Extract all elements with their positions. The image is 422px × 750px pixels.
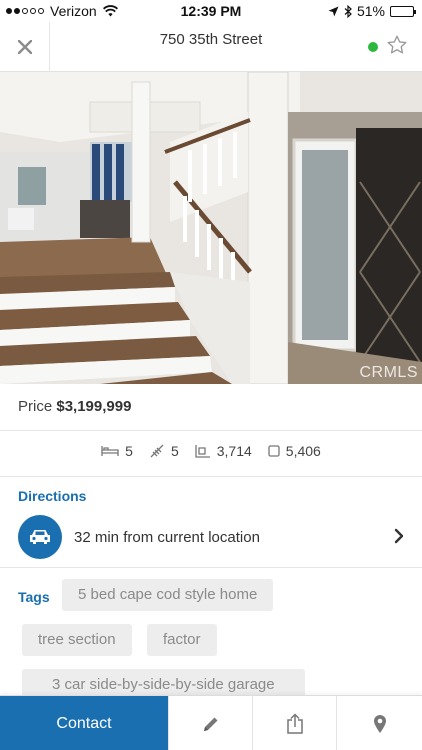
battery-icon <box>390 5 416 17</box>
property-stats: 5 5 3,714 5,406 <box>0 443 422 459</box>
price-value: $3,199,999 <box>56 398 132 415</box>
bluetooth-icon <box>344 4 352 18</box>
stat-baths-value: 5 <box>170 443 179 459</box>
chevron-right-icon <box>394 528 404 544</box>
tags-label: Tags <box>18 589 50 605</box>
page-title: 750 35th Street <box>159 31 263 48</box>
star-icon[interactable] <box>386 34 408 56</box>
listing-status-dot <box>368 42 378 52</box>
close-icon <box>17 40 32 54</box>
listing-photo[interactable]: CRMLS <box>0 72 422 384</box>
divider <box>0 430 422 431</box>
bath-icon <box>150 444 164 458</box>
status-right: 51% <box>328 3 416 19</box>
share-button[interactable] <box>252 696 336 750</box>
lot-icon <box>268 445 280 457</box>
car-icon-circle <box>18 515 62 559</box>
battery-percent: 51% <box>356 3 385 19</box>
tag-item[interactable]: tree section <box>22 624 132 656</box>
bottom-action-bar: Contact <box>0 695 422 750</box>
stat-lot: 5,406 <box>268 443 321 459</box>
contact-button[interactable]: Contact <box>0 696 168 750</box>
share-icon <box>286 712 303 734</box>
close-button[interactable] <box>0 22 50 72</box>
stat-lot-value: 5,406 <box>285 443 321 459</box>
stat-beds-value: 5 <box>125 443 133 459</box>
price-row: Price $3,199,999 <box>18 398 131 415</box>
edit-button[interactable] <box>168 696 252 750</box>
pencil-icon <box>203 717 217 731</box>
price-label: Price <box>18 398 53 415</box>
sqft-icon <box>195 445 210 458</box>
status-bar: Verizon 12:39 PM 51% <box>0 0 422 22</box>
directions-row[interactable]: 32 min from current location <box>0 512 422 564</box>
stat-sqft-value: 3,714 <box>216 443 252 459</box>
divider <box>0 476 422 477</box>
map-location-button[interactable] <box>336 696 422 750</box>
directions-label: Directions <box>18 488 87 504</box>
car-icon <box>30 530 50 544</box>
location-pin-icon <box>373 714 386 733</box>
nav-header: 750 35th Street <box>0 22 422 72</box>
directions-text: 32 min from current location <box>74 529 260 546</box>
interior-photo-image <box>0 72 422 384</box>
tag-item[interactable]: 5 bed cape cod style home <box>62 579 274 611</box>
stat-beds: 5 <box>101 443 133 459</box>
photo-watermark: CRMLS <box>359 364 418 381</box>
stat-sqft: 3,714 <box>195 443 252 459</box>
stat-baths: 5 <box>149 443 179 459</box>
location-arrow-icon <box>328 6 339 16</box>
tag-item[interactable]: factor <box>147 624 217 656</box>
bed-icon <box>101 446 119 456</box>
divider <box>0 567 422 568</box>
